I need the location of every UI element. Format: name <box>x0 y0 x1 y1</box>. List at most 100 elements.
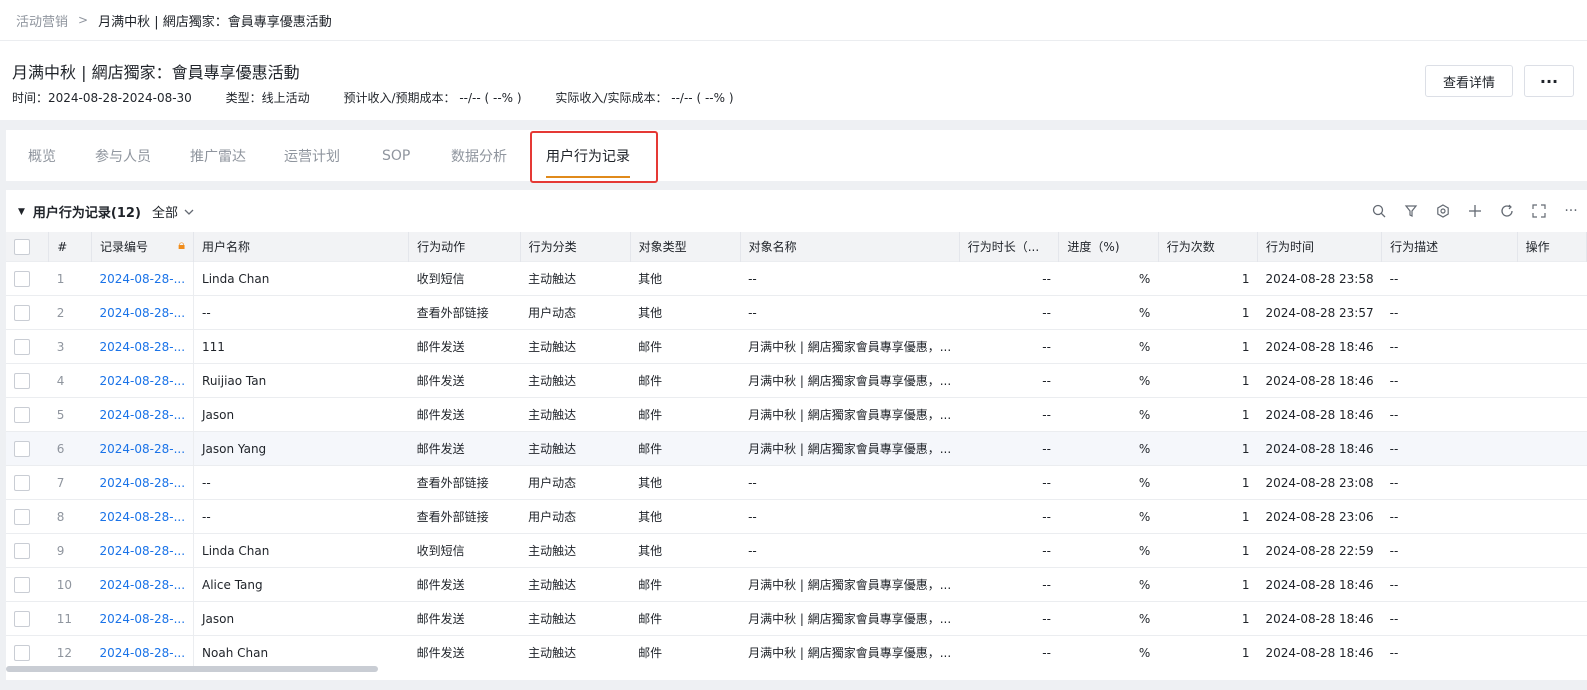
caret-down-icon[interactable]: ▼ <box>18 207 25 217</box>
table-cell: 3 <box>48 329 92 364</box>
tab-overview[interactable]: 概览 <box>28 130 56 181</box>
table-row[interactable]: 9 2024-08-28-... Linda Chan 收到短信 主动触达 其他 -- --%… <box>6 533 1587 568</box>
record-id-link[interactable]: 2024-08-28-... <box>91 533 195 568</box>
record-id-link[interactable]: 2024-08-28-... <box>91 499 195 534</box>
table-cell: 用户动态 <box>520 499 631 534</box>
table-cell: 查看外部链接 <box>408 295 521 330</box>
table-row[interactable]: 6 2024-08-28-... Jason Yang 邮件发送 主动触达 邮件 月满中秋 … <box>6 431 1587 466</box>
more-icon[interactable]: ··· <box>1555 200 1587 222</box>
table-row[interactable]: 3 2024-08-28-... 111 邮件发送 主动触达 邮件 月满中秋 | 網店獨家會… <box>6 329 1587 364</box>
table-row[interactable]: 5 2024-08-28-... Jason 邮件发送 主动触达 邮件 月满中秋 | 網店獨… <box>6 397 1587 432</box>
record-id-link[interactable]: 2024-08-28-... <box>91 295 195 330</box>
row-actions-cell <box>1517 329 1587 364</box>
row-checkbox[interactable] <box>14 304 30 321</box>
table-cell: 月满中秋 | 網店獨家會員專享優惠，... <box>740 397 960 432</box>
column-header-record-id[interactable]: 记录编号 🔒︎ <box>91 232 195 262</box>
more-button[interactable]: ··· <box>1524 65 1574 97</box>
row-checkbox[interactable] <box>14 542 30 559</box>
table-row[interactable]: 2 2024-08-28-... -- 查看外部链接 用户动态 其他 -- --% 1 2024-… <box>6 295 1587 330</box>
table-row[interactable]: 12 2024-08-28-... Noah Chan 邮件发送 主动触达 邮件 月满中秋 … <box>6 635 1587 669</box>
column-header[interactable]: 进度（%) <box>1058 232 1159 262</box>
column-header[interactable]: 行为描述 <box>1381 232 1518 262</box>
row-select-cell[interactable] <box>6 601 49 636</box>
settings-icon[interactable] <box>1427 200 1459 222</box>
table-row[interactable]: 8 2024-08-28-... -- 查看外部链接 用户动态 其他 -- --% 1 2024-… <box>6 499 1587 534</box>
breadcrumb-root[interactable]: 活动营销 <box>16 11 68 30</box>
table-title[interactable]: ▼ 用户行为记录(12) <box>18 202 141 221</box>
row-select-cell[interactable] <box>6 499 49 534</box>
column-header[interactable]: 行为动作 <box>408 232 521 262</box>
scope-filter[interactable]: 全部 <box>152 202 196 221</box>
row-checkbox[interactable] <box>14 644 30 661</box>
refresh-icon[interactable] <box>1491 200 1523 222</box>
column-header[interactable]: 对象名称 <box>740 232 960 262</box>
row-checkbox[interactable] <box>14 474 30 491</box>
table-cell: 查看外部链接 <box>408 465 521 500</box>
tab-promotion-radar[interactable]: 推广雷达 <box>190 130 246 181</box>
record-id-link[interactable]: 2024-08-28-... <box>91 567 195 602</box>
column-header[interactable]: 用户名称 <box>193 232 410 262</box>
row-actions-cell <box>1517 363 1587 398</box>
row-select-cell[interactable] <box>6 261 49 296</box>
view-details-button[interactable]: 查看详情 <box>1425 65 1513 97</box>
select-all-cell[interactable] <box>6 232 50 262</box>
tab-operation-plan[interactable]: 运营计划 <box>284 130 340 181</box>
row-checkbox[interactable] <box>14 508 30 525</box>
search-icon[interactable] <box>1363 200 1395 222</box>
row-checkbox[interactable] <box>14 576 30 593</box>
record-id-link[interactable]: 2024-08-28-... <box>91 261 195 296</box>
tab-sop[interactable]: SOP <box>382 130 410 181</box>
table-cell: 邮件发送 <box>408 601 521 636</box>
table-cell: 4 <box>48 363 92 398</box>
add-icon[interactable] <box>1459 200 1491 222</box>
filter-icon[interactable] <box>1395 200 1427 222</box>
table-row[interactable]: 7 2024-08-28-... -- 查看外部链接 用户动态 其他 -- --% 1 2024-… <box>6 465 1587 500</box>
horizontal-scrollbar[interactable] <box>6 666 378 672</box>
row-checkbox[interactable] <box>14 338 30 355</box>
column-header[interactable]: 行为时间 <box>1257 232 1383 262</box>
row-select-cell[interactable] <box>6 295 49 330</box>
row-select-cell[interactable] <box>6 567 49 602</box>
table-cell: 邮件 <box>630 397 741 432</box>
row-select-cell[interactable] <box>6 635 49 669</box>
record-id-link[interactable]: 2024-08-28-... <box>91 601 195 636</box>
table-cell: 主动触达 <box>520 431 631 466</box>
tab-data-analysis[interactable]: 数据分析 <box>451 130 507 181</box>
table-cell: % <box>1058 295 1159 330</box>
row-select-cell[interactable] <box>6 363 49 398</box>
table-cell: 月满中秋 | 網店獨家會員專享優惠，... <box>740 329 960 364</box>
record-id-link[interactable]: 2024-08-28-... <box>91 635 195 669</box>
column-header[interactable]: 行为时长（... <box>959 232 1060 262</box>
record-id-link[interactable]: 2024-08-28-... <box>91 397 195 432</box>
record-id-link[interactable]: 2024-08-28-... <box>91 329 195 364</box>
table-cell: -- <box>959 533 1059 568</box>
table-row[interactable]: 11 2024-08-28-... Jason 邮件发送 主动触达 邮件 月满中秋 | 網店… <box>6 601 1587 636</box>
row-select-cell[interactable] <box>6 465 49 500</box>
row-select-cell[interactable] <box>6 533 49 568</box>
table-row[interactable]: 1 2024-08-28-... Linda Chan 收到短信 主动触达 其他 -- --%… <box>6 261 1587 296</box>
fullscreen-icon[interactable] <box>1523 200 1555 222</box>
row-select-cell[interactable] <box>6 431 49 466</box>
row-checkbox[interactable] <box>14 440 30 457</box>
column-header: 记录编号 <box>100 240 149 254</box>
table-cell: % <box>1058 499 1159 534</box>
row-checkbox[interactable] <box>14 610 30 627</box>
row-select-cell[interactable] <box>6 397 49 432</box>
column-header[interactable]: 行为次数 <box>1158 232 1258 262</box>
table-row[interactable]: 4 2024-08-28-... Ruijiao Tan 邮件发送 主动触达 邮件 月满中秋… <box>6 363 1587 398</box>
column-header[interactable]: 对象类型 <box>630 232 741 262</box>
record-id-link[interactable]: 2024-08-28-... <box>91 465 195 500</box>
row-checkbox[interactable] <box>14 372 30 389</box>
select-all-checkbox[interactable] <box>14 238 30 255</box>
record-id-link[interactable]: 2024-08-28-... <box>91 431 195 466</box>
row-checkbox[interactable] <box>14 270 30 287</box>
row-checkbox[interactable] <box>14 406 30 423</box>
record-id-link[interactable]: 2024-08-28-... <box>91 363 195 398</box>
table-cell: 其他 <box>630 295 741 330</box>
tab-participants[interactable]: 参与人员 <box>95 130 151 181</box>
row-actions-cell <box>1517 635 1587 669</box>
column-header[interactable]: 行为分类 <box>520 232 631 262</box>
row-select-cell[interactable] <box>6 329 49 364</box>
table-row[interactable]: 10 2024-08-28-... Alice Tang 邮件发送 主动触达 邮件 月满中秋… <box>6 567 1587 602</box>
row-actions-cell <box>1517 499 1587 534</box>
